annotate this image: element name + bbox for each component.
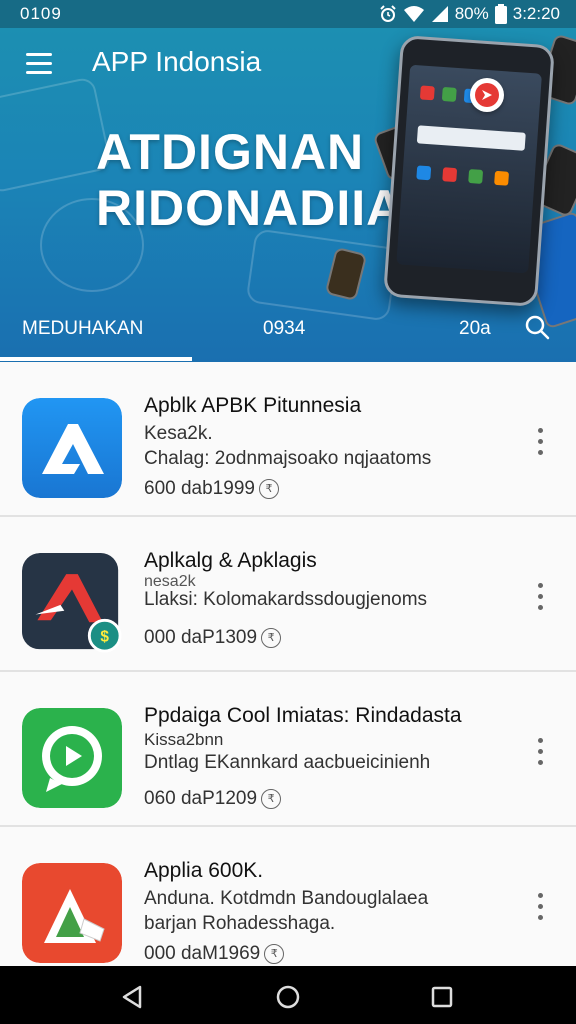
more-options-icon[interactable] xyxy=(532,428,550,458)
signal-icon xyxy=(431,6,448,22)
app-subtitle: Kissa2bnn xyxy=(144,730,224,749)
hero-text: ATDIGNAN RIDONADIIA xyxy=(96,124,403,236)
currency-icon: ₹ xyxy=(258,479,279,499)
back-icon[interactable] xyxy=(118,982,148,1012)
system-nav-bar xyxy=(0,966,576,1024)
app-meta: 060 daP1209 ₹ xyxy=(144,788,282,810)
alarm-icon xyxy=(379,5,396,22)
wifi-icon xyxy=(403,6,424,22)
battery-percent: 80% xyxy=(454,4,489,23)
currency-icon: ₹ xyxy=(261,789,282,809)
app-title: Aplkalg & Apklagis xyxy=(144,549,317,572)
recents-icon[interactable] xyxy=(427,982,457,1012)
app-description: Llaksi: Kolomakardssdougjenoms xyxy=(144,589,428,610)
status-icons: 80% 3:2:20 xyxy=(379,4,560,24)
app-list-item[interactable]: Ppdaiga Cool Imiatas: Rindadasta Kissa2b… xyxy=(0,672,576,827)
search-icon[interactable] xyxy=(524,314,550,340)
status-clock: 3:2:20 xyxy=(512,4,560,23)
app-meta-text: 060 daP1209 xyxy=(144,788,258,809)
green-chat-icon xyxy=(22,708,122,808)
currency-icon: ₹ xyxy=(264,944,285,964)
menu-icon[interactable] xyxy=(26,53,52,75)
tab-indicator xyxy=(0,357,192,361)
app-meta-text: 000 daP1309 xyxy=(144,627,258,648)
svg-text:$: $ xyxy=(100,628,109,645)
app-title: Applia 600K. xyxy=(144,859,264,882)
app-description: barjan Rohadesshaga. xyxy=(144,913,336,934)
app-description: Chalag: 2odnmajsoako nqjaatoms xyxy=(144,448,432,469)
tab-20a[interactable]: 20a xyxy=(459,318,491,340)
phone-search-bar xyxy=(416,125,526,151)
brand-badge-icon xyxy=(470,78,504,112)
phone-illustration xyxy=(383,34,555,308)
app-title: Apblk APBK Pitunnesia xyxy=(144,394,362,417)
app-list-item[interactable]: $ Aplkalg & Apklagis nesa2k Llaksi: Kolo… xyxy=(0,517,576,672)
status-time: 0109 xyxy=(20,4,62,23)
battery-icon xyxy=(494,4,507,24)
app-title: APP Indonsia xyxy=(92,46,262,77)
more-options-icon[interactable] xyxy=(532,583,550,613)
app-meta: 600 dab1999 ₹ xyxy=(144,478,279,500)
currency-icon: ₹ xyxy=(261,628,282,648)
tab-0934[interactable]: 0934 xyxy=(263,318,305,340)
red-triangle-icon xyxy=(22,863,122,963)
home-icon[interactable] xyxy=(273,982,303,1012)
more-options-icon[interactable] xyxy=(532,893,550,923)
app-meta-text: 600 dab1999 xyxy=(144,478,255,499)
app-list: Apblk APBK Pitunnesia Kesa2k. Chalag: 2o… xyxy=(0,362,576,980)
app-subtitle: Anduna. Kotdmdn Bandouglalaea xyxy=(144,888,429,909)
app-title: Ppdaiga Cool Imiatas: Rindadasta xyxy=(144,704,462,727)
hero-line-2: RIDONADIIA xyxy=(96,180,404,236)
hero-line-1: ATDIGNAN xyxy=(96,124,365,180)
hero-banner: APP Indonsia ATDIGNAN RIDONADIIA MEDUHAK… xyxy=(0,28,576,362)
blue-a-logo-icon xyxy=(22,398,122,498)
more-options-icon[interactable] xyxy=(532,738,550,768)
app-meta-text: 000 daM1969 xyxy=(144,943,261,964)
dark-a-logo-icon: $ xyxy=(22,553,122,653)
app-meta: 000 daP1309 ₹ xyxy=(144,627,282,649)
app-list-item[interactable]: Applia 600K. Anduna. Kotdmdn Bandouglala… xyxy=(0,827,576,980)
app-description: Dntlag EKannkard aacbueicinienh xyxy=(144,752,431,773)
tab-bar: MEDUHAKAN 0934 20a xyxy=(0,318,576,362)
status-bar: 0109 80% 3:2:20 xyxy=(0,0,576,28)
app-list-item[interactable]: Apblk APBK Pitunnesia Kesa2k. Chalag: 2o… xyxy=(0,362,576,517)
decor-shape xyxy=(245,228,399,322)
app-subtitle: Kesa2k. xyxy=(144,423,213,444)
tab-meduhakan[interactable]: MEDUHAKAN xyxy=(22,318,143,340)
app-meta: 000 daM1969 ₹ xyxy=(144,943,285,965)
